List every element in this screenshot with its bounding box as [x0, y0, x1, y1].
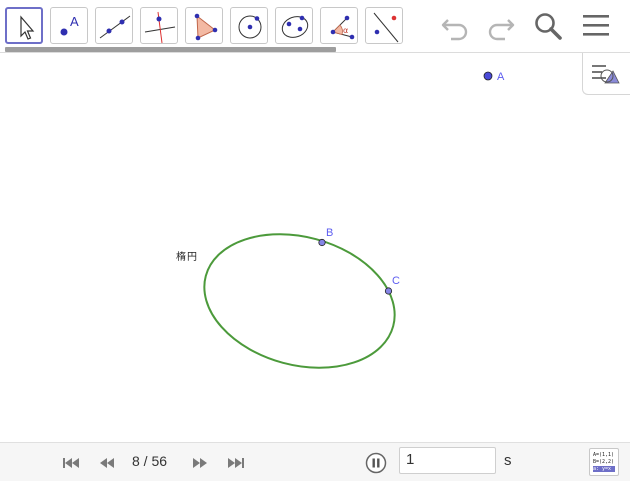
- ellipse-caption: 楕円: [176, 252, 198, 263]
- svg-text:A: A: [70, 14, 79, 29]
- algebra-icon-row-1: A=(1,1): [593, 452, 615, 458]
- style-bar-icon: [592, 65, 620, 84]
- ellipse-curve[interactable]: [189, 214, 410, 388]
- rewind-icon: [100, 458, 114, 468]
- slideshow-controls-bar: 8 / 56 1 s A=(1,1) B=(2,2) a: y=x: [0, 442, 630, 481]
- point-b-label: B: [326, 227, 334, 239]
- slide-counter: 8 / 56: [132, 453, 168, 469]
- first-slide-button[interactable]: [61, 456, 81, 470]
- polygon-tool-button[interactable]: [185, 7, 223, 44]
- point-b[interactable]: [318, 238, 326, 247]
- point-c[interactable]: [384, 287, 393, 295]
- svg-text:α: α: [343, 26, 348, 35]
- angle-icon: α: [330, 15, 355, 40]
- point-tool-button[interactable]: A: [50, 7, 88, 44]
- algebra-view-button[interactable]: A=(1,1) B=(2,2) a: y=x: [589, 448, 619, 476]
- style-bar-toggle-button[interactable]: [582, 53, 630, 95]
- perpendicular-line-icon: [144, 11, 176, 44]
- skip-to-end-icon: [228, 458, 244, 468]
- circle-tool-button[interactable]: [230, 7, 268, 44]
- last-slide-button[interactable]: [226, 456, 246, 470]
- main-menu-button[interactable]: [578, 8, 614, 44]
- graphics-view[interactable]: [0, 53, 630, 442]
- angle-tool-button[interactable]: α: [320, 7, 358, 44]
- point-icon: A: [60, 14, 79, 36]
- next-slide-button[interactable]: [190, 456, 210, 470]
- line-icon: [99, 15, 131, 39]
- search-button[interactable]: [530, 8, 566, 44]
- reflect-tool-button[interactable]: [365, 7, 403, 44]
- polygon-icon: [194, 13, 218, 41]
- toolbar: A α: [0, 0, 630, 52]
- line-tool-button[interactable]: [95, 7, 133, 44]
- ellipse-icon: [281, 15, 309, 38]
- undo-icon: [441, 19, 468, 41]
- redo-button[interactable]: [483, 8, 519, 44]
- pause-button[interactable]: [365, 452, 387, 474]
- fast-forward-icon: [193, 458, 207, 468]
- algebra-icon-row-3: a: y=x: [593, 466, 615, 472]
- ellipse-tool-button[interactable]: [275, 7, 313, 44]
- slide-duration-unit: s: [504, 452, 512, 469]
- redo-icon: [488, 19, 515, 41]
- move-tool-button[interactable]: [5, 7, 43, 44]
- point-c-label: C: [392, 275, 400, 287]
- point-a[interactable]: [483, 71, 493, 81]
- move-arrow-icon: [20, 15, 35, 40]
- slide-duration-input[interactable]: 1: [399, 447, 496, 474]
- circle-with-center-icon: [238, 15, 262, 39]
- hamburger-menu-icon: [583, 15, 609, 36]
- previous-slide-button[interactable]: [97, 456, 117, 470]
- point-a-label: A: [497, 71, 505, 83]
- undo-button[interactable]: [437, 8, 473, 44]
- algebra-icon-row-2: B=(2,2): [593, 459, 615, 465]
- reflect-about-line-icon: [373, 12, 399, 43]
- perpendicular-tool-button[interactable]: [140, 7, 178, 44]
- pause-icon: [365, 452, 387, 474]
- skip-to-start-icon: [63, 458, 79, 468]
- magnifier-icon: [535, 13, 562, 40]
